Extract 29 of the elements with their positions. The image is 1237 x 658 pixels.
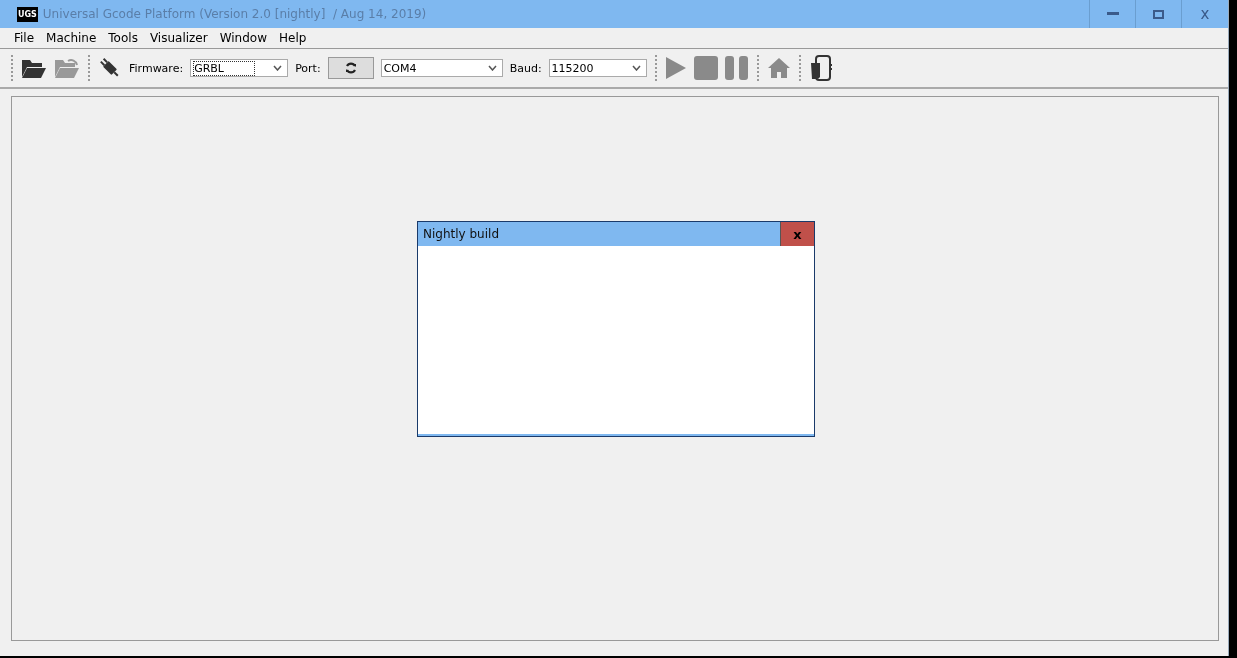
refresh-icon (343, 61, 358, 75)
menu-item[interactable]: Help (273, 31, 313, 45)
menu-item[interactable]: Machine (40, 31, 103, 45)
menu-item[interactable]: Window (213, 31, 273, 45)
firmware-dropdown[interactable]: GRBL (190, 59, 289, 77)
app-logo: UGS (17, 6, 38, 22)
menu-item[interactable]: Tools (102, 31, 144, 45)
folder-icon[interactable] (21, 57, 47, 79)
dialog-title: Nightly build (422, 227, 499, 241)
baud-label: Baud: (509, 61, 542, 75)
firmware-label: Firmware: (129, 61, 184, 75)
caret-icon (631, 65, 641, 71)
minimize-icon (1106, 12, 1119, 16)
home-icon[interactable] (766, 57, 791, 79)
menu-item[interactable]: File (8, 31, 41, 45)
refresh-button[interactable] (327, 57, 374, 79)
play-icon[interactable] (664, 56, 687, 80)
maximize-icon (1153, 9, 1164, 19)
phone-icon[interactable] (808, 55, 833, 81)
window-title: Universal Gcode Platform (Version 2.0 [nightly] / Aug 14, 2019) (42, 7, 428, 21)
caret-icon (273, 65, 283, 71)
port-label: Port: (295, 61, 321, 75)
baud-dropdown[interactable]: 115200 (548, 59, 647, 77)
stop-icon[interactable] (693, 56, 718, 80)
caret-icon (487, 65, 497, 71)
pause-icon[interactable] (724, 56, 749, 80)
close-button[interactable]: x (780, 222, 814, 246)
port-dropdown[interactable]: COM4 (380, 59, 503, 77)
menu-item[interactable]: Visualizer (143, 31, 214, 45)
